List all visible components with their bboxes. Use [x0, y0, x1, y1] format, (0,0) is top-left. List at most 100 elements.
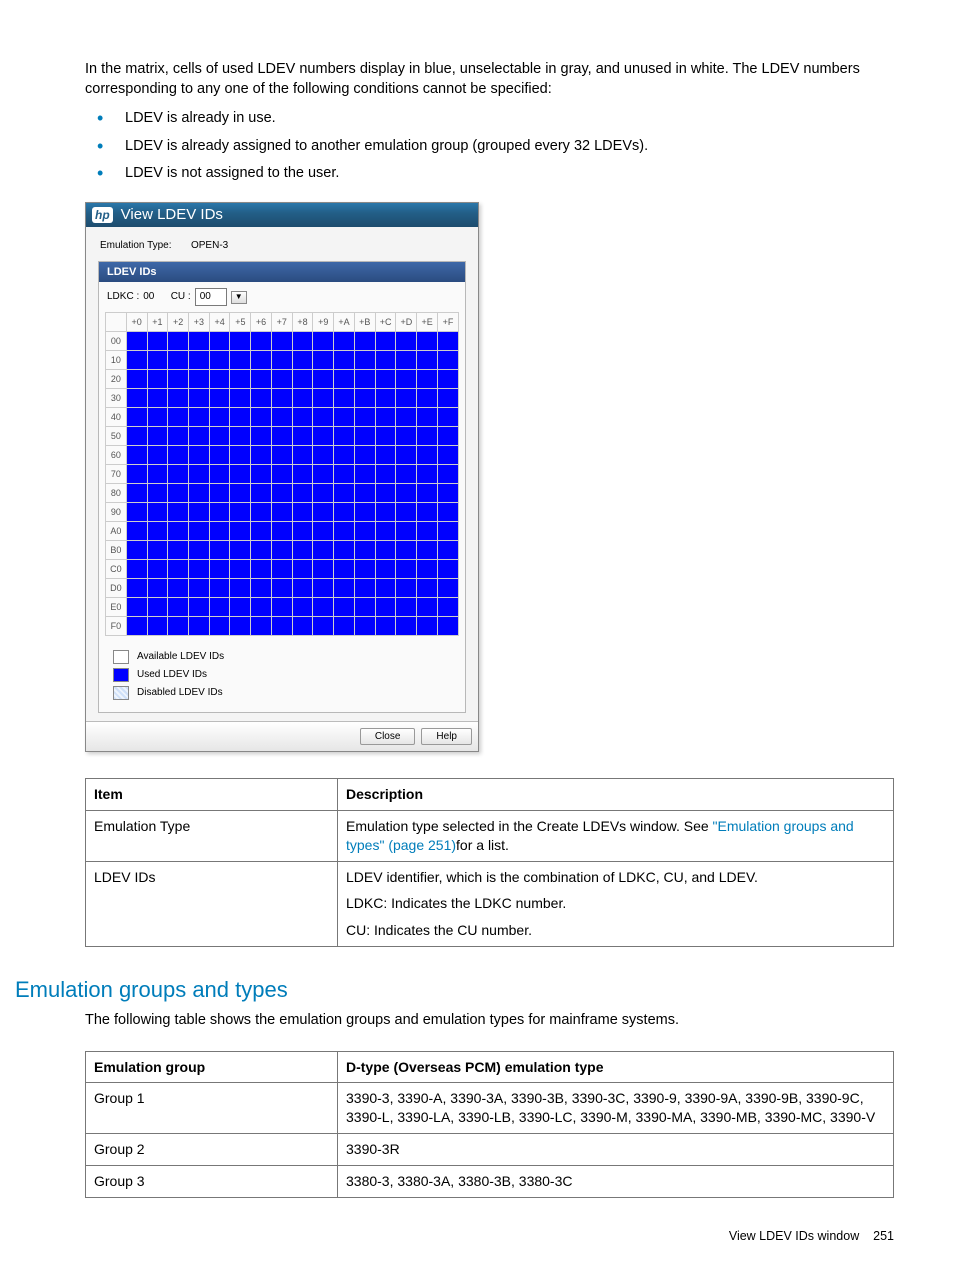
ldev-cell[interactable]: [126, 540, 147, 559]
ldev-cell[interactable]: [292, 350, 313, 369]
ldev-cell[interactable]: [188, 559, 209, 578]
chevron-down-icon[interactable]: ▼: [231, 291, 247, 304]
ldev-cell[interactable]: [334, 464, 355, 483]
ldev-cell[interactable]: [251, 540, 272, 559]
ldev-cell[interactable]: [396, 445, 417, 464]
ldev-cell[interactable]: [417, 445, 438, 464]
ldev-cell[interactable]: [313, 597, 334, 616]
ldev-cell[interactable]: [251, 616, 272, 635]
ldev-cell[interactable]: [438, 331, 459, 350]
ldev-cell[interactable]: [375, 426, 396, 445]
ldev-cell[interactable]: [438, 350, 459, 369]
ldev-cell[interactable]: [271, 483, 292, 502]
ldev-cell[interactable]: [354, 350, 375, 369]
ldev-cell[interactable]: [313, 426, 334, 445]
ldev-cell[interactable]: [230, 369, 251, 388]
ldev-cell[interactable]: [396, 426, 417, 445]
ldev-cell[interactable]: [147, 464, 168, 483]
ldev-cell[interactable]: [417, 426, 438, 445]
ldev-cell[interactable]: [251, 559, 272, 578]
ldev-cell[interactable]: [375, 445, 396, 464]
ldev-cell[interactable]: [271, 464, 292, 483]
ldev-cell[interactable]: [147, 616, 168, 635]
ldev-cell[interactable]: [417, 559, 438, 578]
ldev-cell[interactable]: [375, 502, 396, 521]
ldev-cell[interactable]: [251, 426, 272, 445]
ldev-cell[interactable]: [126, 483, 147, 502]
ldev-cell[interactable]: [271, 559, 292, 578]
ldev-cell[interactable]: [354, 597, 375, 616]
ldev-cell[interactable]: [209, 464, 230, 483]
ldev-cell[interactable]: [354, 540, 375, 559]
ldev-cell[interactable]: [126, 616, 147, 635]
ldev-cell[interactable]: [438, 445, 459, 464]
ldev-cell[interactable]: [168, 445, 189, 464]
ldev-cell[interactable]: [209, 350, 230, 369]
ldev-cell[interactable]: [292, 464, 313, 483]
ldev-cell[interactable]: [126, 426, 147, 445]
ldev-cell[interactable]: [209, 521, 230, 540]
ldev-cell[interactable]: [188, 350, 209, 369]
ldev-cell[interactable]: [188, 331, 209, 350]
ldev-cell[interactable]: [230, 578, 251, 597]
ldev-cell[interactable]: [251, 464, 272, 483]
ldev-cell[interactable]: [438, 426, 459, 445]
ldev-cell[interactable]: [126, 578, 147, 597]
ldev-cell[interactable]: [209, 559, 230, 578]
ldev-cell[interactable]: [188, 426, 209, 445]
ldev-cell[interactable]: [126, 445, 147, 464]
ldev-cell[interactable]: [354, 445, 375, 464]
ldev-cell[interactable]: [354, 426, 375, 445]
ldev-cell[interactable]: [417, 369, 438, 388]
ldev-cell[interactable]: [375, 369, 396, 388]
ldev-cell[interactable]: [251, 597, 272, 616]
ldev-cell[interactable]: [375, 616, 396, 635]
ldev-cell[interactable]: [313, 521, 334, 540]
ldev-cell[interactable]: [188, 407, 209, 426]
ldev-cell[interactable]: [147, 540, 168, 559]
ldev-cell[interactable]: [271, 616, 292, 635]
ldev-cell[interactable]: [251, 483, 272, 502]
ldev-cell[interactable]: [209, 407, 230, 426]
ldev-cell[interactable]: [292, 445, 313, 464]
ldev-cell[interactable]: [230, 502, 251, 521]
ldev-cell[interactable]: [271, 388, 292, 407]
ldev-cell[interactable]: [126, 502, 147, 521]
ldev-cell[interactable]: [168, 597, 189, 616]
ldev-cell[interactable]: [334, 521, 355, 540]
ldev-cell[interactable]: [292, 369, 313, 388]
ldev-cell[interactable]: [375, 483, 396, 502]
ldev-cell[interactable]: [313, 350, 334, 369]
ldev-cell[interactable]: [375, 331, 396, 350]
ldev-cell[interactable]: [188, 445, 209, 464]
ldev-cell[interactable]: [334, 483, 355, 502]
ldev-cell[interactable]: [271, 502, 292, 521]
ldev-cell[interactable]: [396, 464, 417, 483]
ldev-cell[interactable]: [188, 464, 209, 483]
ldev-cell[interactable]: [188, 369, 209, 388]
ldev-cell[interactable]: [271, 350, 292, 369]
ldev-cell[interactable]: [230, 521, 251, 540]
ldev-cell[interactable]: [188, 483, 209, 502]
ldev-cell[interactable]: [292, 540, 313, 559]
ldev-cell[interactable]: [230, 407, 251, 426]
ldev-cell[interactable]: [126, 331, 147, 350]
ldev-cell[interactable]: [230, 464, 251, 483]
ldev-cell[interactable]: [168, 559, 189, 578]
ldev-cell[interactable]: [334, 616, 355, 635]
ldev-cell[interactable]: [313, 616, 334, 635]
ldev-cell[interactable]: [292, 331, 313, 350]
ldev-cell[interactable]: [313, 388, 334, 407]
ldev-cell[interactable]: [126, 597, 147, 616]
ldev-cell[interactable]: [334, 388, 355, 407]
ldev-cell[interactable]: [292, 388, 313, 407]
ldev-cell[interactable]: [230, 388, 251, 407]
ldev-cell[interactable]: [292, 597, 313, 616]
ldev-cell[interactable]: [375, 597, 396, 616]
ldev-cell[interactable]: [417, 502, 438, 521]
ldev-cell[interactable]: [334, 369, 355, 388]
ldev-cell[interactable]: [251, 521, 272, 540]
ldev-cell[interactable]: [126, 521, 147, 540]
ldev-cell[interactable]: [230, 559, 251, 578]
ldev-cell[interactable]: [396, 616, 417, 635]
